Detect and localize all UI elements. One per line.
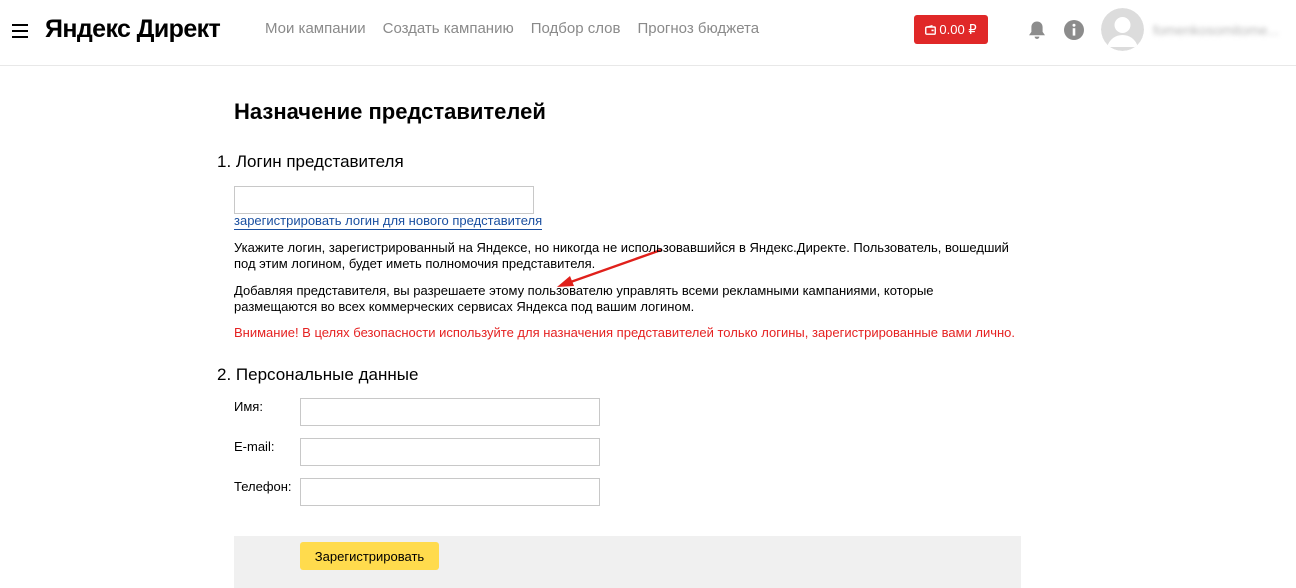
permission-help-line-1: Добавляя представителя, вы разрешаете эт…: [234, 283, 934, 298]
bell-icon[interactable]: [1026, 19, 1048, 41]
phone-label: Телефон:: [234, 479, 292, 494]
login-help-line-1: Укажите логин, зарегистрированный на Янд…: [234, 240, 1009, 255]
login-help-line-2: под этим логином, будет иметь полномочия…: [234, 256, 596, 271]
security-warning: Внимание! В целях безопасности используй…: [234, 325, 1016, 340]
email-label: E-mail:: [234, 439, 275, 454]
info-icon[interactable]: [1063, 19, 1085, 41]
balance-button[interactable]: 0.00 ₽: [914, 15, 988, 44]
phone-input[interactable]: [300, 478, 600, 506]
name-label: Имя:: [234, 399, 263, 414]
email-input[interactable]: [300, 438, 600, 466]
permission-help-line-2: размещаются во всех коммерческих сервиса…: [234, 299, 695, 314]
balance-amount: 0.00 ₽: [939, 22, 977, 37]
menu-icon[interactable]: [12, 23, 28, 39]
nav-create-campaign[interactable]: Создать кампанию: [383, 20, 514, 37]
main-content: Назначение представителей 1. Логин предс…: [0, 66, 1296, 588]
wallet-icon: [925, 25, 937, 35]
page-title: Назначение представителей: [234, 99, 546, 124]
section-login-title: 1. Логин представителя: [217, 152, 404, 171]
top-header: Яндекс Директ Мои кампании Создать кампан…: [0, 0, 1296, 66]
username[interactable]: fomenkosomitome...: [1153, 22, 1283, 38]
nav-word-selection[interactable]: Подбор слов: [531, 20, 621, 37]
nav-my-campaigns[interactable]: Мои кампании: [265, 20, 366, 37]
register-new-login-link[interactable]: зарегистрировать логин для нового предст…: [234, 213, 543, 230]
submit-bar: Зарегистрировать: [234, 536, 1021, 588]
logo[interactable]: Яндекс Директ: [45, 15, 221, 44]
name-input[interactable]: [300, 398, 600, 426]
representative-login-input[interactable]: [234, 186, 534, 214]
section-personal-title: 2. Персональные данные: [217, 365, 419, 384]
login-help-text: Укажите логин, зарегистрированный на Янд…: [234, 240, 1034, 272]
register-button[interactable]: Зарегистрировать: [300, 542, 439, 570]
avatar-icon[interactable]: [1101, 8, 1144, 51]
nav-budget-forecast[interactable]: Прогноз бюджета: [637, 20, 759, 37]
main-nav: Мои кампании Создать кампанию Подбор слов П…: [265, 20, 776, 37]
permission-help-text: Добавляя представителя, вы разрешаете эт…: [234, 283, 1034, 315]
